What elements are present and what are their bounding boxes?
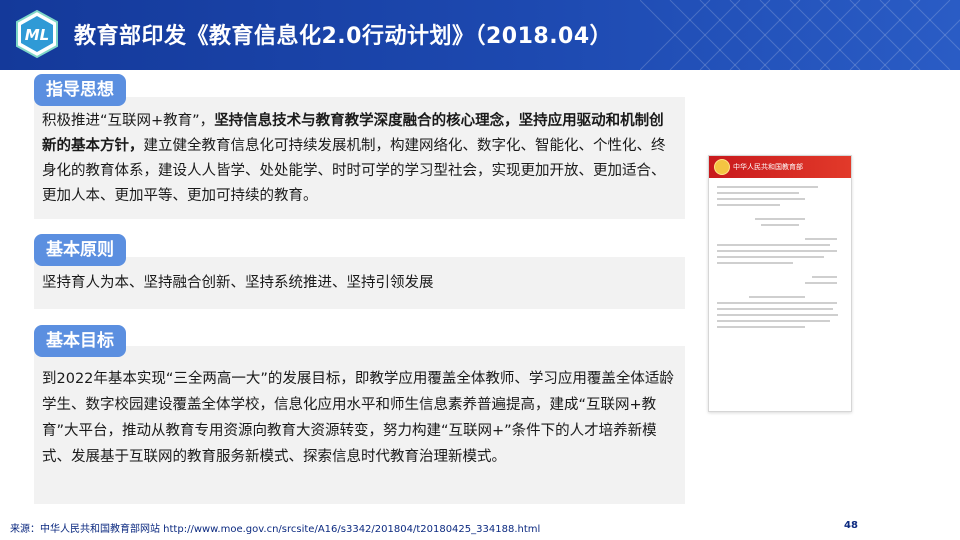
page-number: 48: [844, 520, 858, 531]
section-basic-principles-box: 坚持育人为本、坚持融合创新、坚持系统推进、坚持引领发展: [34, 257, 685, 309]
header-lattice-decoration: [640, 0, 960, 70]
section-text-part: 到2022年基本实现“三全两高一大”的发展目标，即教学应用覆盖全体教师、学习应用…: [42, 371, 674, 465]
header-bar: ML 教育部印发《教育信息化2.0行动计划》（2018.04）: [0, 0, 960, 70]
page-title: 教育部印发《教育信息化2.0行动计划》（2018.04）: [74, 24, 613, 49]
document-banner: 中华人民共和国教育部: [709, 156, 851, 178]
logo-text: ML: [25, 26, 50, 44]
section-guiding-ideology-box: 积极推进“互联网+教育”，坚持信息技术与教育教学深度融合的核心理念，坚持应用驱动…: [34, 97, 685, 219]
section-text-part: 坚持育人为本、坚持融合创新、坚持系统推进、坚持引领发展: [42, 275, 434, 291]
moe-document-thumbnail: 中华人民共和国教育部: [708, 155, 852, 412]
section-tag-basic-goals: 基本目标: [34, 325, 126, 357]
source-citation: 来源：中华人民共和国教育部网站 http://www.moe.gov.cn/sr…: [10, 524, 541, 535]
document-banner-text: 中华人民共和国教育部: [733, 163, 803, 171]
section-tag-basic-principles: 基本原则: [34, 234, 126, 266]
document-text-lines: [717, 186, 843, 332]
section-text-part: 积极推进“互联网+教育”，: [42, 113, 215, 129]
ml-logo: ML: [16, 9, 58, 59]
section-basic-goals-box: 到2022年基本实现“三全两高一大”的发展目标，即教学应用覆盖全体教师、学习应用…: [34, 346, 685, 504]
section-tag-guiding-ideology: 指导思想: [34, 74, 126, 106]
national-emblem-icon: [714, 159, 730, 175]
